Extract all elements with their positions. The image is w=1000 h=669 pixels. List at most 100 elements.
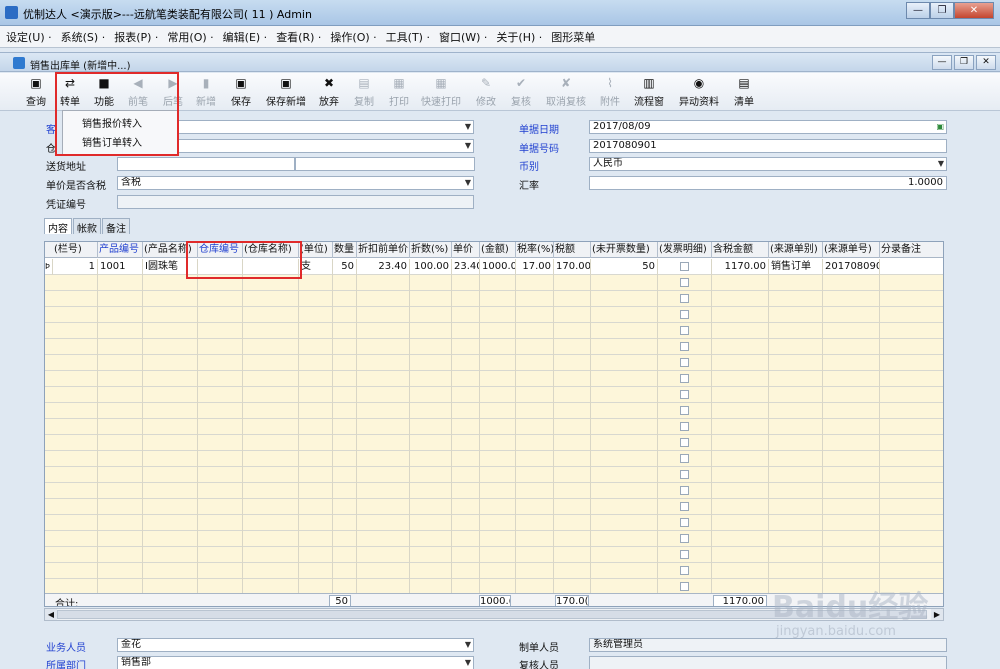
grid-cell-source-type[interactable] [769, 563, 823, 579]
grid-cell-product-name[interactable] [143, 483, 198, 499]
grid-cell-tax-rate[interactable] [516, 323, 554, 339]
column-header-product-name[interactable]: (产品名称) [143, 242, 198, 258]
grid-cell-price-before-discount[interactable] [357, 435, 410, 451]
grid-cell-product-name[interactable] [143, 371, 198, 387]
grid-cell-row-no[interactable] [53, 355, 98, 371]
grid-cell-uninvoiced-qty[interactable] [591, 563, 658, 579]
grid-cell-source-no[interactable] [823, 403, 880, 419]
grid-cell-price[interactable] [452, 499, 480, 515]
grid-cell-price-before-discount[interactable] [357, 499, 410, 515]
grid-cell-row-no[interactable] [53, 435, 98, 451]
grid-cell-tax-rate[interactable] [516, 515, 554, 531]
grid-cell-source-no[interactable] [823, 355, 880, 371]
grid-cell[interactable] [658, 259, 712, 275]
grid-cell-warehouse-name[interactable] [243, 339, 299, 355]
grid-cell-qty[interactable] [333, 451, 357, 467]
grid-cell-warehouse-code[interactable] [198, 515, 243, 531]
grid-cell-tax-rate[interactable] [516, 435, 554, 451]
grid-cell-unit[interactable] [299, 435, 333, 451]
grid-cell-source-no[interactable] [823, 435, 880, 451]
grid-cell-row-no[interactable] [53, 275, 98, 291]
grid-cell-tax-incl-amount[interactable] [712, 387, 769, 403]
grid-cell-amount[interactable] [480, 387, 516, 403]
grid-cell-price-before-discount[interactable] [357, 291, 410, 307]
grid-cell[interactable] [658, 547, 712, 563]
menu-operation[interactable]: 操作(O) · [330, 29, 376, 45]
grid-cell-source-type[interactable] [769, 403, 823, 419]
grid-cell-warehouse-name[interactable] [243, 499, 299, 515]
grid-cell-discount[interactable] [410, 515, 452, 531]
grid-cell-remark[interactable] [880, 339, 943, 355]
doc-number-field[interactable]: 2017080901 [589, 139, 947, 153]
grid-cell-warehouse-name[interactable] [243, 435, 299, 451]
grid-cell-qty[interactable] [333, 387, 357, 403]
grid-cell-qty[interactable] [333, 403, 357, 419]
grid-cell[interactable] [658, 451, 712, 467]
grid-cell-row-no[interactable] [53, 403, 98, 419]
grid-cell-source-type[interactable] [769, 275, 823, 291]
grid-cell-source-type[interactable] [769, 515, 823, 531]
grid-cell-row-no[interactable] [53, 307, 98, 323]
doc-minimize-icon[interactable]: — [932, 55, 952, 70]
grid-cell-uninvoiced-qty[interactable] [591, 547, 658, 563]
grid-cell-tax-rate[interactable] [516, 499, 554, 515]
toolbar-button-18[interactable]: ▤ 清单 [732, 76, 756, 110]
grid-cell-qty[interactable] [333, 307, 357, 323]
grid-cell-tax[interactable] [554, 563, 591, 579]
grid-cell-warehouse-code[interactable] [198, 387, 243, 403]
grid-cell-product-code[interactable] [98, 275, 143, 291]
grid-cell-warehouse-name[interactable] [243, 371, 299, 387]
grid-cell-unit[interactable] [299, 531, 333, 547]
grid-cell-product-code[interactable] [98, 483, 143, 499]
delivery-address-field-2[interactable] [295, 157, 475, 171]
toolbar-button-6[interactable]: ▣ 保存 [228, 76, 254, 110]
grid-cell-warehouse-code[interactable] [198, 435, 243, 451]
grid-cell-source-no[interactable] [823, 307, 880, 323]
grid-cell-qty[interactable] [333, 419, 357, 435]
grid-cell-discount[interactable] [410, 435, 452, 451]
grid-cell-product-code[interactable] [98, 467, 143, 483]
grid-cell-uninvoiced-qty[interactable] [591, 371, 658, 387]
menu-edit[interactable]: 编辑(E) · [223, 29, 268, 45]
grid-cell-qty[interactable] [333, 291, 357, 307]
grid-cell[interactable] [658, 323, 712, 339]
grid-cell-remark[interactable] [880, 323, 943, 339]
grid-cell-row-no[interactable] [53, 515, 98, 531]
grid-cell-discount[interactable] [410, 339, 452, 355]
department-select[interactable]: 销售部 ▼ [117, 656, 474, 669]
grid-cell[interactable] [658, 371, 712, 387]
table-row[interactable] [45, 483, 943, 499]
grid-cell-tax-rate[interactable] [516, 483, 554, 499]
grid-cell-amount[interactable] [480, 451, 516, 467]
grid-cell-price[interactable] [452, 483, 480, 499]
grid-cell-discount[interactable] [410, 371, 452, 387]
toolbar-button-0[interactable]: ▣ 查询 [24, 76, 48, 110]
grid-cell-amount[interactable] [480, 339, 516, 355]
grid-cell-warehouse-name[interactable] [243, 387, 299, 403]
grid-cell-uninvoiced-qty[interactable] [591, 451, 658, 467]
grid-cell-warehouse-name[interactable] [243, 419, 299, 435]
grid-cell-amount[interactable] [480, 307, 516, 323]
grid-cell-qty[interactable] [333, 323, 357, 339]
grid-cell-uninvoiced-qty[interactable] [591, 339, 658, 355]
grid-cell-unit[interactable] [299, 547, 333, 563]
grid-cell-source-type[interactable] [769, 307, 823, 323]
grid-cell-tax[interactable] [554, 483, 591, 499]
grid-cell-price[interactable] [452, 451, 480, 467]
grid-cell-source-type[interactable] [769, 451, 823, 467]
grid-cell-qty[interactable] [333, 499, 357, 515]
grid-cell-product-name[interactable] [143, 531, 198, 547]
grid-cell-discount[interactable] [410, 403, 452, 419]
grid-cell-discount[interactable] [410, 531, 452, 547]
grid-cell-discount[interactable] [410, 323, 452, 339]
grid-cell-warehouse-code[interactable] [198, 403, 243, 419]
column-header-amount[interactable]: (金额) [480, 242, 516, 258]
grid-cell-price-before-discount[interactable] [357, 419, 410, 435]
grid-cell-product-name[interactable] [143, 307, 198, 323]
grid-cell-row-no[interactable] [53, 563, 98, 579]
calendar-icon[interactable]: ▣ [936, 121, 944, 133]
delivery-address-field-1[interactable] [117, 157, 295, 171]
grid-cell-remark[interactable] [880, 403, 943, 419]
grid-cell-uninvoiced-qty[interactable] [591, 307, 658, 323]
grid-cell-warehouse-name[interactable] [243, 403, 299, 419]
